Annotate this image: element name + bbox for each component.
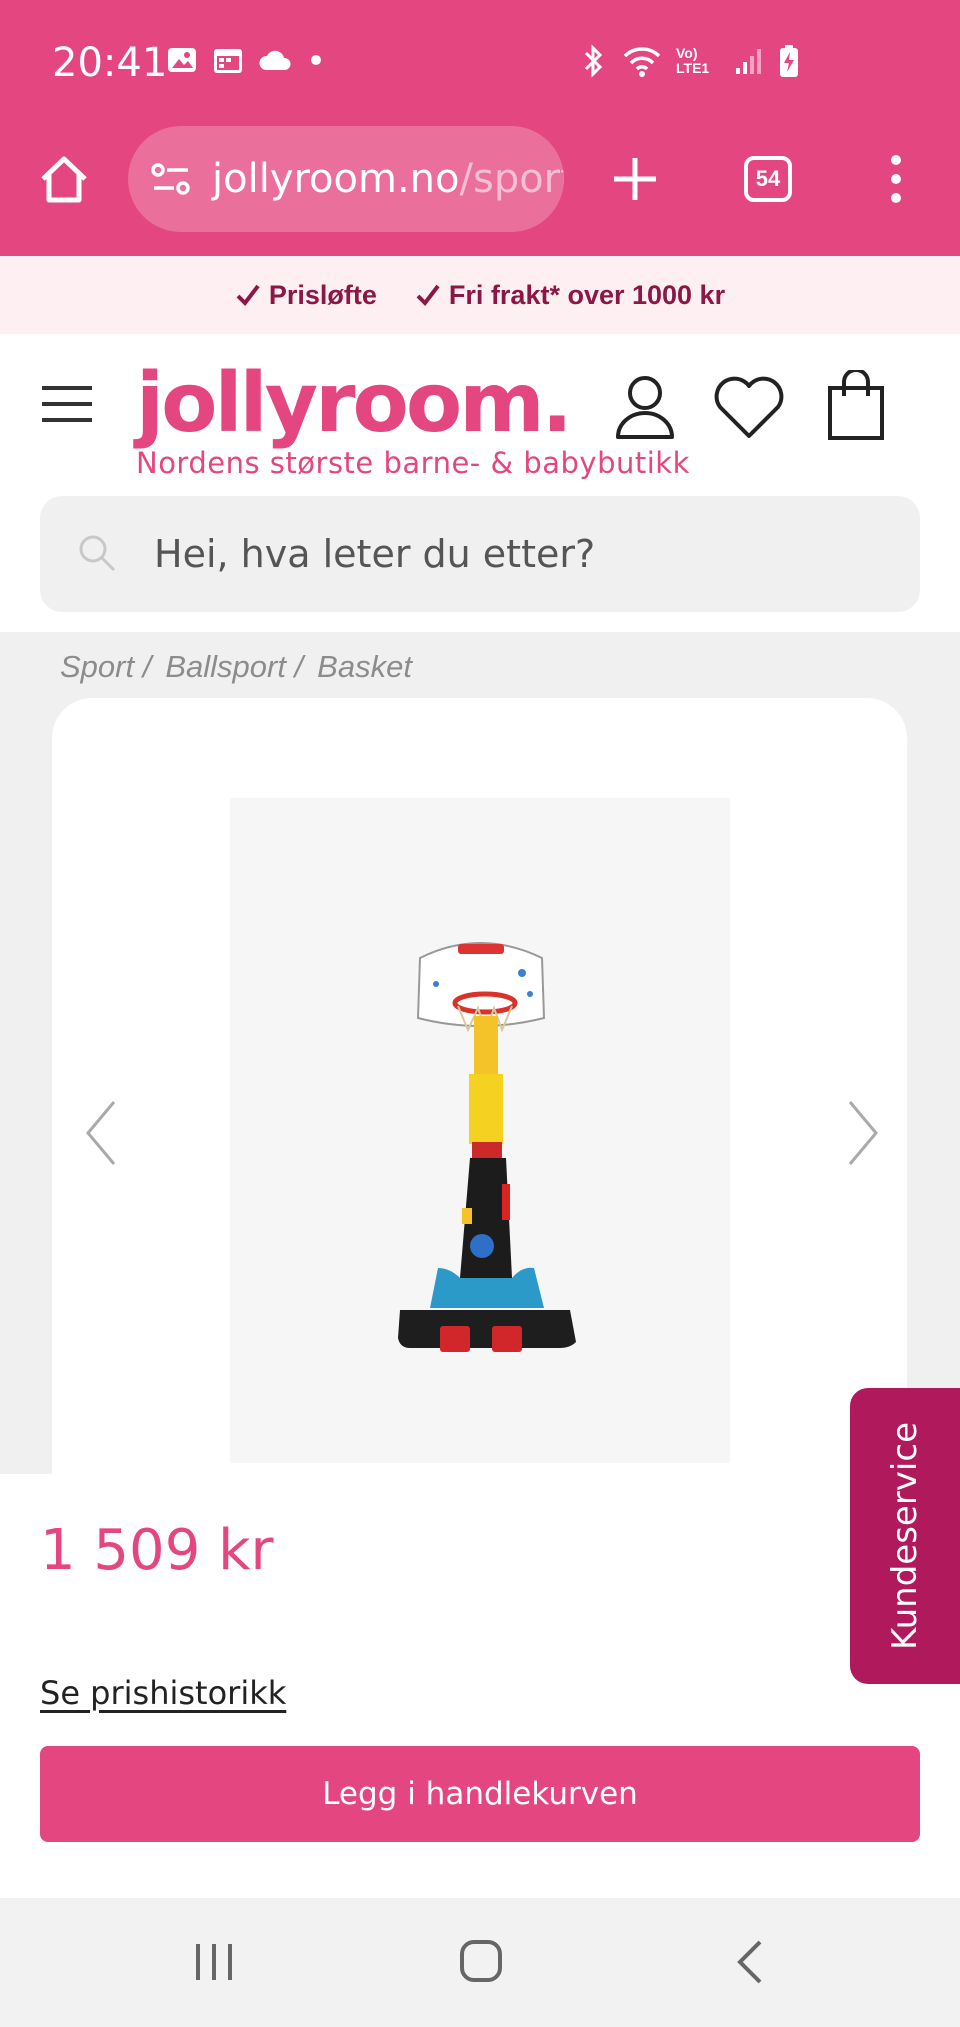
status-icons-left bbox=[166, 44, 324, 76]
wishlist-heart-icon[interactable] bbox=[712, 376, 786, 440]
checkmark-icon bbox=[236, 284, 260, 307]
site-tagline: Nordens største barne- & babybutikk bbox=[136, 446, 690, 480]
site-settings-icon[interactable] bbox=[150, 160, 192, 198]
notification-dot-icon bbox=[311, 55, 321, 65]
gallery-next-arrow-icon[interactable] bbox=[842, 1098, 882, 1168]
wifi-icon bbox=[623, 47, 661, 77]
basketball-hoop-image bbox=[398, 942, 576, 1352]
tab-switcher-button[interactable]: 54 bbox=[744, 156, 792, 202]
product-image[interactable] bbox=[230, 798, 730, 1463]
gallery-prev-arrow-icon[interactable] bbox=[82, 1098, 122, 1168]
url-domain: jollyroom.no bbox=[212, 156, 460, 202]
search-bar[interactable]: Hei, hva leter du etter? bbox=[40, 496, 920, 612]
tab-count: 54 bbox=[755, 166, 781, 191]
promo-strip: Prisløfte Fri frakt* over 1000 kr bbox=[0, 256, 960, 334]
browser-chrome: 20:41 Vo) LTE1 jollyroom.no/sport 54 bbox=[0, 0, 960, 256]
promo-item-label: Prisløfte bbox=[268, 279, 377, 310]
menu-icon[interactable] bbox=[40, 384, 94, 424]
account-icon[interactable] bbox=[614, 374, 676, 440]
home-icon[interactable] bbox=[38, 154, 90, 206]
status-icons-right: Vo) LTE1 bbox=[580, 44, 800, 78]
breadcrumb: Sport / Ballsport / Basket bbox=[60, 632, 412, 702]
breadcrumb-item-basket[interactable]: Basket bbox=[317, 649, 412, 685]
product-gallery bbox=[52, 698, 907, 1478]
product-price: 1 509 kr bbox=[40, 1518, 274, 1583]
add-to-cart-button[interactable]: Legg i handlekurven bbox=[40, 1746, 920, 1842]
recent-apps-icon[interactable] bbox=[192, 1940, 236, 1984]
signal-icon bbox=[736, 49, 761, 74]
new-tab-icon[interactable] bbox=[612, 156, 658, 202]
customer-service-tab[interactable]: Kundeservice bbox=[850, 1388, 960, 1684]
url-path: /sport bbox=[459, 156, 565, 202]
checkmark-icon bbox=[416, 284, 440, 307]
network-label: Vo) LTE1 bbox=[676, 45, 710, 76]
more-options-icon[interactable] bbox=[884, 154, 908, 204]
promo-item: Prisløfte bbox=[235, 280, 377, 311]
shopping-bag-icon[interactable] bbox=[826, 370, 886, 442]
url-bar[interactable]: jollyroom.no/sport bbox=[128, 126, 564, 232]
site-logo[interactable]: jollyroom. bbox=[136, 356, 573, 451]
battery-charging-icon bbox=[780, 45, 798, 77]
site-header: jollyroom. Nordens største barne- & baby… bbox=[0, 334, 960, 632]
gallery-icon bbox=[168, 48, 196, 72]
breadcrumb-item-sport[interactable]: Sport / bbox=[60, 649, 151, 685]
purchase-panel: 1 509 kr Se prishistorikk Legg i handlek… bbox=[0, 1474, 960, 1898]
breadcrumb-item-ballsport[interactable]: Ballsport / bbox=[165, 649, 303, 685]
customer-service-label: Kundeservice bbox=[885, 1422, 925, 1650]
cloud-icon bbox=[259, 50, 291, 70]
promo-item-label: Fri frakt* over 1000 kr bbox=[448, 279, 726, 310]
promo-item: Fri frakt* over 1000 kr bbox=[415, 280, 725, 311]
search-input[interactable]: Hei, hva leter du etter? bbox=[154, 532, 595, 576]
price-history-link[interactable]: Se prishistorikk bbox=[40, 1674, 286, 1712]
search-icon bbox=[79, 535, 116, 572]
calendar-icon bbox=[214, 49, 242, 73]
back-icon[interactable] bbox=[734, 1938, 766, 1986]
home-button-icon[interactable] bbox=[458, 1938, 504, 1984]
system-nav-bar bbox=[0, 1898, 960, 2027]
status-time: 20:41 bbox=[52, 40, 168, 86]
bluetooth-icon bbox=[584, 44, 603, 78]
